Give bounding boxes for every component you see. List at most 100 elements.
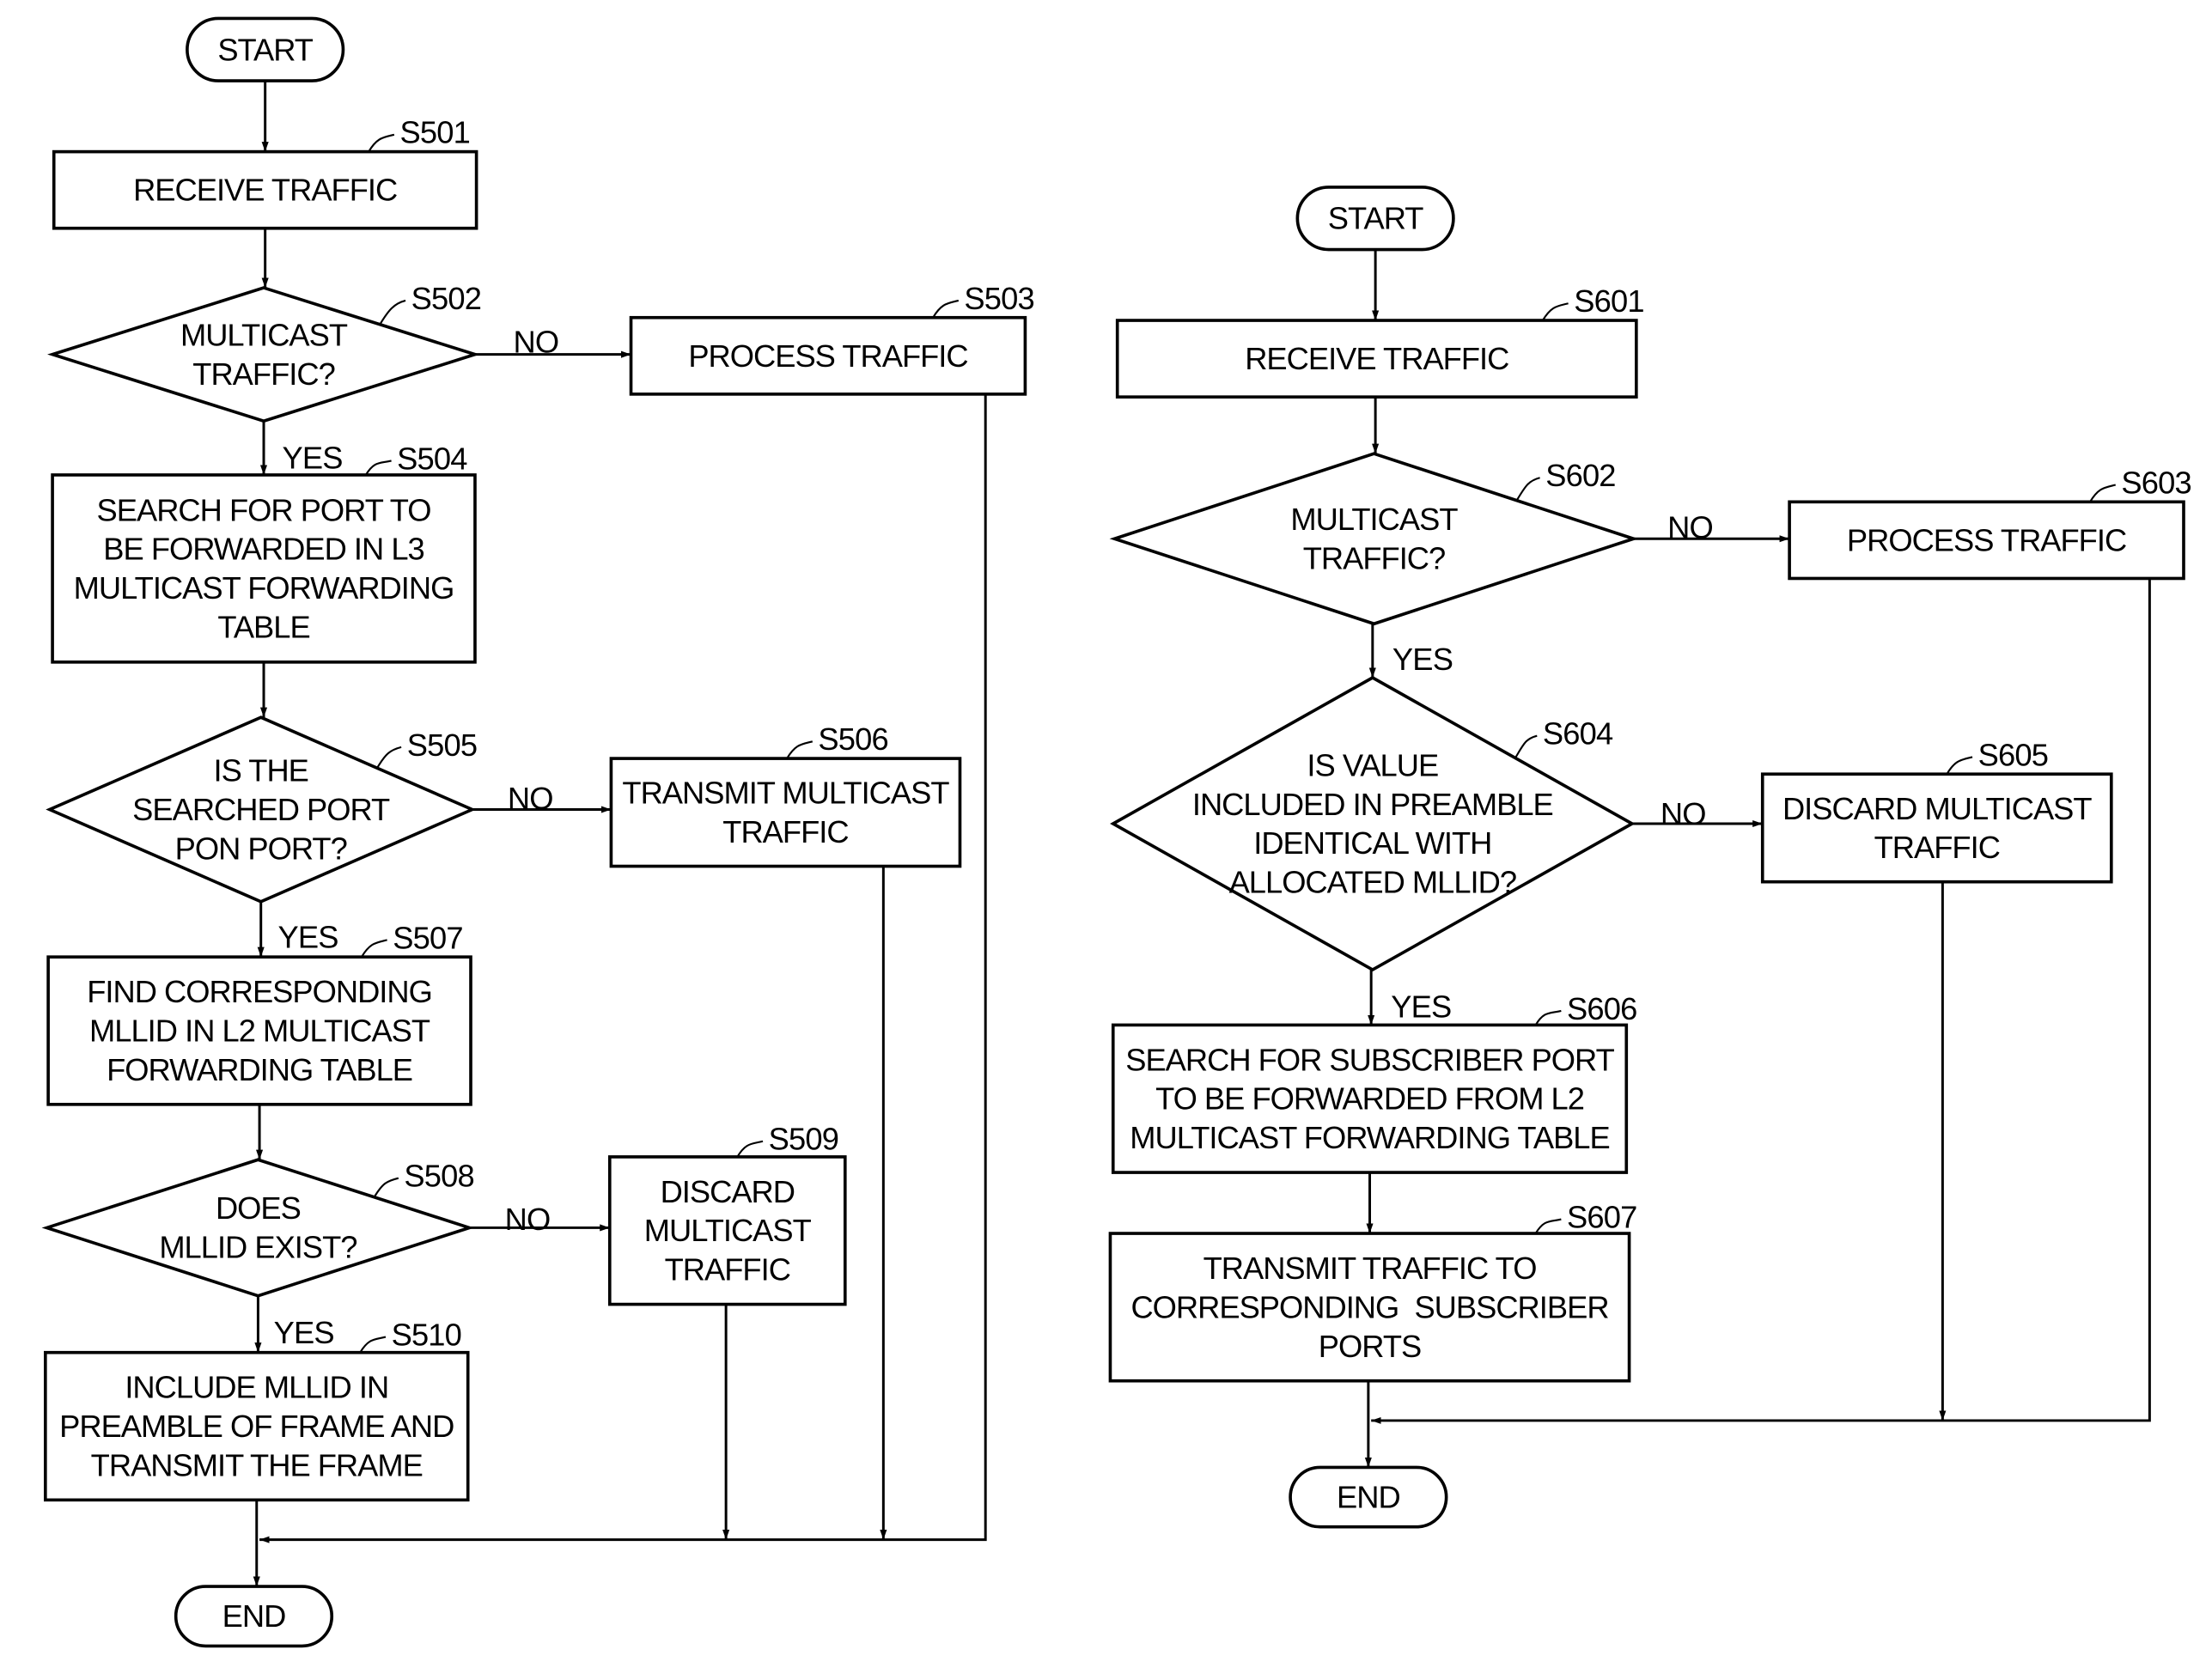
edge-label-no: NO (508, 781, 553, 816)
step-label: S604 (1543, 716, 1613, 752)
step-leader-line (379, 299, 406, 326)
process-node-s601: RECEIVE TRAFFIC (1115, 302, 1638, 399)
node-text-line: CORRESPONDING SUBSCRIBER (1130, 1289, 1608, 1324)
step-leader-line (1534, 1218, 1562, 1234)
node-text-line: DISCARD (661, 1174, 795, 1209)
process-node-s510: INCLUDE MLLID IN PREAMBLE OF FRAME ANDTRA… (44, 1336, 470, 1502)
step-label: S601 (1574, 283, 1643, 319)
node-text-line: MLLID IN L2 MULTICAST (89, 1013, 430, 1049)
node-text-line: IS VALUE (1307, 747, 1438, 782)
step-label: S504 (397, 441, 467, 476)
node-text-line: PREAMBLE OF FRAME AND (59, 1409, 454, 1444)
step-leader-line (1946, 756, 1973, 775)
node-text-line: RECEIVE TRAFFIC (1245, 341, 1508, 376)
step-label: S506 (818, 721, 887, 757)
node-text-line: INCLUDE MLLID IN (125, 1370, 388, 1405)
node-text-line: PON PORT? (175, 831, 347, 866)
edge-label-no: NO (1661, 796, 1706, 831)
terminal-node-start: START (1295, 186, 1455, 252)
step-leader-line (1515, 477, 1540, 502)
step-leader-line (364, 460, 392, 476)
step-leader-line (376, 746, 402, 769)
terminal-node-end: END (174, 1585, 334, 1648)
node-text-line: TRAFFIC? (192, 356, 335, 392)
node-text-line: FIND CORRESPONDING (87, 974, 432, 1009)
node-text-line: MULTICAST (180, 317, 348, 352)
node-text-line: ALLOCATED MLLID? (1229, 865, 1516, 900)
node-text-line: TRAFFIC (722, 814, 848, 849)
node-text-line: FORWARDING TABLE (107, 1052, 412, 1087)
process-node-s504: SEARCH FOR PORT TO BE FORWARDED IN L3MULT… (51, 460, 477, 664)
node-text-line: MLLID EXIST? (159, 1230, 356, 1265)
node-text-line: END (222, 1598, 286, 1634)
node-text-line: START (217, 32, 313, 67)
process-node-s509: DISCARD MULTICAST TRAFFIC (607, 1140, 847, 1306)
step-leader-line (1541, 302, 1569, 321)
process-node-s605: DISCARD MULTICAST TRAFFIC (1760, 756, 2113, 884)
node-text-line: SEARCH FOR SUBSCRIBER PORT (1125, 1042, 1614, 1077)
node-text-line: MULTICAST (1290, 502, 1458, 537)
node-text-line: DOES (216, 1190, 301, 1226)
node-text-line: TRANSMIT MULTICAST (622, 776, 949, 811)
step-leader-line (736, 1140, 764, 1158)
step-label: S606 (1567, 991, 1636, 1026)
node-text-line: PROCESS TRAFFIC (1847, 522, 2126, 557)
step-label: S505 (407, 727, 477, 763)
process-node-s506: TRANSMIT MULTICASTTRAFFIC (609, 740, 962, 868)
step-label: S605 (1978, 737, 2048, 772)
step-label: S603 (2121, 465, 2191, 500)
edge-label-yes: YES (282, 441, 342, 476)
step-label: S503 (964, 281, 1033, 316)
step-label: S602 (1545, 458, 1615, 493)
step-label: S501 (399, 115, 469, 150)
edge-label-no: NO (514, 324, 559, 359)
step-label: S507 (393, 920, 462, 955)
node-text-line: RECEIVE TRAFFIC (133, 173, 397, 208)
step-label: S510 (392, 1317, 461, 1352)
node-text-line: TRANSMIT TRAFFIC TO (1203, 1251, 1537, 1286)
process-node-s606: SEARCH FOR SUBSCRIBER PORT TO BE FORWARDE… (1111, 1009, 1629, 1174)
flowchart-diagram: STARTRECEIVE TRAFFICMULTICASTTRAFFIC?PRO… (41, 16, 2192, 1648)
node-text-line: TRAFFIC? (1303, 540, 1446, 575)
node-text-line: IDENTICAL WITH (1253, 825, 1491, 861)
step-leader-line (2089, 484, 2117, 502)
node-text-line: PROCESS TRAFFIC (688, 338, 967, 374)
edge-label-no: NO (505, 1202, 551, 1237)
process-node-s507: FIND CORRESPONDING MLLID IN L2 MULTICASTF… (46, 939, 472, 1106)
step-leader-line (786, 740, 814, 759)
step-leader-line (360, 939, 387, 958)
terminal-node-start: START (186, 16, 345, 82)
node-text-line: TRANSMIT THE FRAME (91, 1447, 423, 1482)
edge-label-yes: YES (278, 920, 338, 955)
step-leader-line (359, 1336, 387, 1354)
node-text-line: MULTICAST (644, 1213, 812, 1248)
node-text-line: TRAFFIC (1874, 830, 2000, 865)
step-label: S607 (1567, 1199, 1636, 1234)
edge-label-yes: YES (1392, 642, 1453, 677)
node-text-line: MULTICAST FORWARDING TABLE (1130, 1120, 1609, 1155)
step-leader-line (1534, 1009, 1562, 1026)
node-text-line: TRAFFIC (665, 1252, 790, 1287)
step-label: S509 (769, 1122, 838, 1157)
process-node-s607: TRANSMIT TRAFFIC TOCORRESPONDING SUBSCRI… (1108, 1218, 1631, 1383)
step-leader-line (368, 133, 395, 153)
node-text-line: MULTICAST FORWARDING (74, 570, 454, 606)
step-label: S508 (404, 1159, 473, 1194)
node-text-line: PORTS (1319, 1329, 1421, 1364)
node-text-line: SEARCH FOR PORT TO (97, 492, 431, 527)
edge-label-yes: YES (1391, 989, 1451, 1024)
terminal-node-end: END (1289, 1465, 1448, 1529)
nodes: STARTRECEIVE TRAFFICMULTICASTTRAFFIC?PRO… (41, 16, 2185, 1648)
step-leader-line (932, 299, 960, 319)
step-label: S502 (411, 281, 481, 316)
node-text-line: IS THE (214, 753, 308, 788)
node-text-line: DISCARD MULTICAST (1782, 791, 2092, 826)
edge-label-no: NO (1667, 510, 1713, 545)
node-text-line: TABLE (217, 609, 309, 644)
node-text-line: SEARCHED PORT (132, 792, 390, 827)
node-text-line: END (1337, 1480, 1400, 1515)
node-text-line: TO BE FORWARDED FROM L2 (1155, 1081, 1584, 1117)
step-leader-line (1514, 734, 1538, 759)
node-text-line: BE FORWARDED IN L3 (103, 532, 424, 567)
node-text-line: INCLUDED IN PREAMBLE (1192, 787, 1553, 822)
